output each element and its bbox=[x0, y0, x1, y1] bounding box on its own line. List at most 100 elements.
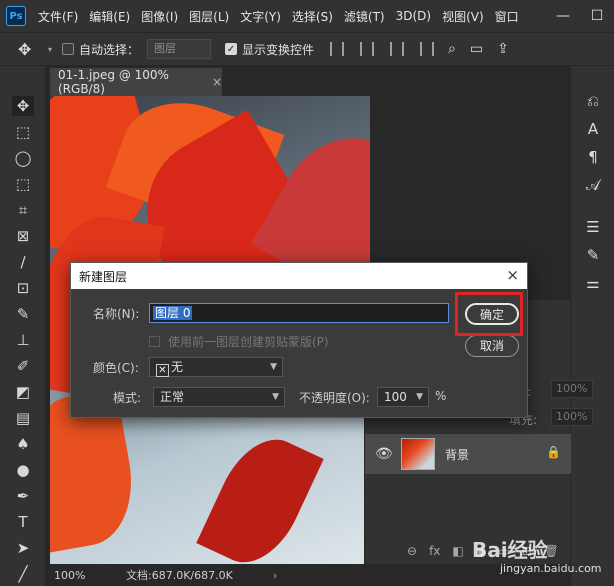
chevron-down-icon[interactable]: ▾ bbox=[48, 45, 52, 54]
cancel-button[interactable]: 取消 bbox=[465, 335, 519, 357]
tools-panel: ✥ ⬚ ◯ ⬚ ⌗ ⊠ ∕ ⊡ ✎ ⊥ ✐ ◩ ▤ ♠ ● ✒ T ➤ ╱ bbox=[0, 66, 46, 586]
watermark: Bai经验 bbox=[472, 538, 548, 562]
history-icon[interactable]: ⎌ bbox=[583, 92, 603, 110]
clip-mask-option: 使用前一图层创建剪贴蒙版(P) bbox=[149, 333, 329, 350]
clip-mask-checkbox[interactable] bbox=[149, 336, 160, 347]
menu-3d[interactable]: 3D(D) bbox=[396, 9, 431, 23]
menu-type[interactable]: 文字(Y) bbox=[240, 8, 281, 25]
new-layer-dialog: 新建图层 × 名称(N): 图层 0 使用前一图层创建剪贴蒙版(P) 颜色(C)… bbox=[70, 262, 528, 418]
menu-window[interactable]: 窗口 bbox=[495, 8, 519, 25]
name-label: 名称(N): bbox=[93, 307, 140, 321]
color-value: 无 bbox=[171, 360, 184, 374]
frame-icon[interactable]: ⊠ bbox=[12, 226, 34, 246]
stamp-icon[interactable]: ⊥ bbox=[12, 330, 34, 350]
mask-icon[interactable]: ◧ bbox=[452, 544, 463, 558]
menu-file[interactable]: 文件(F) bbox=[38, 8, 78, 25]
auto-select-dropdown[interactable]: 图层 bbox=[147, 39, 212, 59]
show-transform-label: 显示变换控件 bbox=[242, 42, 315, 57]
opacity-unit: % bbox=[435, 389, 447, 403]
window-controls: — ☐ bbox=[546, 0, 614, 32]
menu-edit[interactable]: 编辑(E) bbox=[89, 8, 130, 25]
watermark-url: jingyan.baidu.com bbox=[500, 562, 602, 575]
layer-name-value: 图层 0 bbox=[153, 306, 193, 320]
paragraph-icon[interactable]: ¶ bbox=[583, 148, 603, 166]
mode-value: 正常 bbox=[160, 390, 185, 404]
align-top-icon[interactable] bbox=[420, 42, 435, 56]
object-select-icon[interactable]: ⬚ bbox=[12, 174, 34, 194]
line-icon[interactable]: ╱ bbox=[12, 564, 34, 584]
search-icon[interactable]: ⌕ bbox=[448, 41, 456, 57]
opacity-input[interactable]: 100 ▼ bbox=[377, 387, 429, 407]
menu-image[interactable]: 图像(I) bbox=[141, 8, 178, 25]
eyedropper-icon[interactable]: ∕ bbox=[12, 252, 34, 272]
dialog-title-bar[interactable]: 新建图层 × bbox=[71, 263, 527, 289]
document-tab-bar: 01-1.jpeg @ 100%(RGB/8) × bbox=[46, 66, 570, 96]
mode-dropdown[interactable]: 正常 ▼ bbox=[153, 387, 285, 407]
eraser-icon[interactable]: ◩ bbox=[12, 382, 34, 402]
close-icon[interactable]: × bbox=[506, 266, 519, 284]
minimize-button[interactable]: — bbox=[546, 0, 580, 32]
character-icon[interactable]: A bbox=[583, 120, 603, 138]
menu-layer[interactable]: 图层(L) bbox=[189, 8, 229, 25]
clip-mask-label: 使用前一图层创建剪贴蒙版(P) bbox=[168, 335, 329, 349]
type-icon[interactable]: T bbox=[12, 512, 34, 532]
chevron-down-icon: ▼ bbox=[272, 392, 279, 402]
auto-select-label: 自动选择： bbox=[79, 42, 140, 57]
opacity-value: 100 bbox=[384, 390, 407, 404]
status-bar: 100% 文档:687.0K/687.0K › bbox=[46, 564, 570, 586]
menu-bar: Ps 文件(F) 编辑(E) 图像(I) 图层(L) 文字(Y) 选择(S) 滤… bbox=[0, 0, 614, 32]
history-brush-icon[interactable]: ✐ bbox=[12, 356, 34, 376]
properties-icon[interactable]: ☰ bbox=[583, 218, 603, 236]
share-icon[interactable]: ⇪ bbox=[497, 41, 509, 57]
layer-name-input[interactable]: 图层 0 bbox=[149, 303, 449, 323]
lasso-icon[interactable]: ◯ bbox=[12, 148, 34, 168]
panel-icon-strip: ⎌ A ¶ 𝒜 ☰ ✎ ⚌ bbox=[570, 66, 614, 586]
chevron-right-icon[interactable]: › bbox=[273, 569, 277, 582]
layer-name[interactable]: 背景 bbox=[445, 446, 469, 463]
move-tool-icon[interactable]: ✥ bbox=[18, 40, 48, 59]
fx-icon[interactable]: fx bbox=[429, 544, 440, 558]
menu-select[interactable]: 选择(S) bbox=[292, 8, 333, 25]
color-dropdown[interactable]: ✕ 无 ▼ bbox=[149, 357, 283, 377]
layer-fill-input[interactable]: 100% bbox=[551, 408, 593, 426]
menu-filter[interactable]: 滤镜(T) bbox=[344, 8, 385, 25]
healing-icon[interactable]: ⊡ bbox=[12, 278, 34, 298]
document-size: 文档:687.0K/687.0K bbox=[126, 569, 233, 582]
menu-view[interactable]: 视图(V) bbox=[442, 8, 484, 25]
zoom-level[interactable]: 100% bbox=[54, 569, 114, 582]
blur-icon[interactable]: ♠ bbox=[12, 434, 34, 454]
path-select-icon[interactable]: ➤ bbox=[12, 538, 34, 558]
photoshop-logo: Ps bbox=[6, 6, 26, 26]
move-icon[interactable]: ✥ bbox=[12, 96, 34, 116]
layer-opacity-input[interactable]: 100% bbox=[551, 380, 593, 398]
align-center-icon[interactable] bbox=[360, 42, 375, 56]
document-tab[interactable]: 01-1.jpeg @ 100%(RGB/8) × bbox=[50, 68, 222, 96]
document-tab-title: 01-1.jpeg @ 100%(RGB/8) bbox=[58, 68, 169, 96]
chevron-down-icon: ▼ bbox=[270, 362, 277, 372]
show-transform-checkbox[interactable]: ✓ bbox=[225, 43, 238, 55]
layer-row[interactable]: 👁 背景 🔒 bbox=[365, 434, 571, 474]
pen-icon[interactable]: ✒ bbox=[12, 486, 34, 506]
annotation-highlight-box bbox=[455, 292, 523, 336]
glyphs-icon[interactable]: 𝒜 bbox=[583, 176, 603, 194]
gradient-icon[interactable]: ▤ bbox=[12, 408, 34, 428]
brush-icon[interactable]: ✎ bbox=[12, 304, 34, 324]
adjustments-icon[interactable]: ⚌ bbox=[583, 274, 603, 292]
auto-select-checkbox[interactable] bbox=[62, 43, 75, 55]
link-icon[interactable]: ⊖ bbox=[407, 544, 417, 558]
chevron-down-icon[interactable]: ▼ bbox=[416, 388, 423, 406]
workspace-icon[interactable]: ▭ bbox=[470, 41, 483, 57]
marquee-icon[interactable]: ⬚ bbox=[12, 122, 34, 142]
brushes-icon[interactable]: ✎ bbox=[583, 246, 603, 264]
opacity-label: 不透明度(O): bbox=[299, 391, 370, 405]
eye-icon[interactable]: 👁 bbox=[375, 446, 393, 462]
dialog-title: 新建图层 bbox=[79, 269, 128, 284]
align-left-icon[interactable] bbox=[330, 42, 345, 56]
lock-icon[interactable]: 🔒 bbox=[546, 445, 561, 459]
align-right-icon[interactable] bbox=[390, 42, 405, 56]
dodge-icon[interactable]: ● bbox=[12, 460, 34, 480]
crop-icon[interactable]: ⌗ bbox=[12, 200, 34, 220]
options-bar: ✥ ▾ 自动选择： 图层 ✓ 显示变换控件 ⌕ ▭ ⇪ bbox=[0, 32, 614, 66]
maximize-button[interactable]: ☐ bbox=[580, 0, 614, 32]
close-icon[interactable]: × bbox=[212, 75, 222, 89]
